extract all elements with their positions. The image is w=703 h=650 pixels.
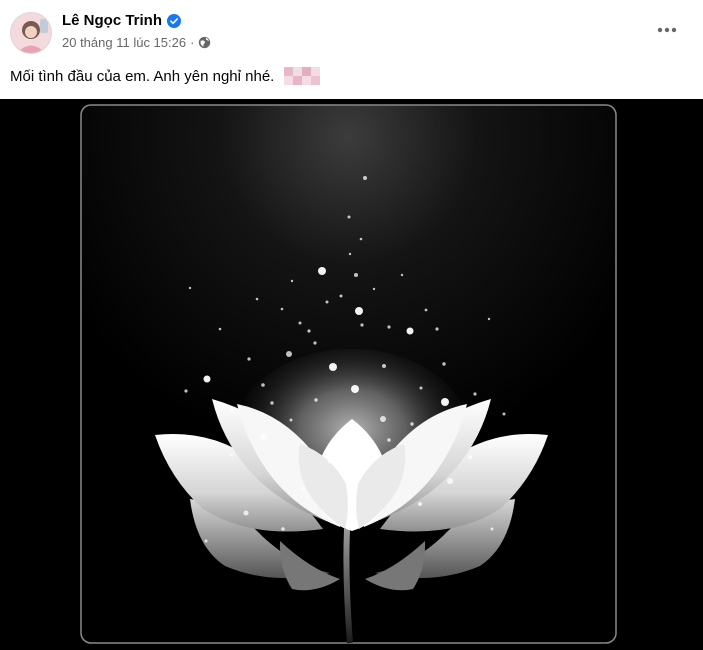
sparkle-dot bbox=[359, 237, 363, 241]
sparkle-dot bbox=[380, 416, 386, 422]
sparkle-dot bbox=[203, 375, 211, 383]
caption-text: Mối tình đầu của em. Anh yên nghỉ nhé. bbox=[10, 67, 275, 85]
sparkle-dot bbox=[307, 329, 311, 333]
sparkle-dot bbox=[382, 364, 386, 368]
sparkle-dot bbox=[261, 383, 265, 387]
sparkle-dot bbox=[441, 398, 449, 406]
sparkle-dot bbox=[301, 487, 305, 491]
sparkle-dot bbox=[298, 321, 302, 325]
sparkle-dot bbox=[490, 527, 494, 531]
sparkle-dot bbox=[351, 385, 359, 393]
sparkle-dot bbox=[339, 430, 345, 436]
sparkle-dot bbox=[473, 392, 477, 396]
sparkle-dot bbox=[424, 308, 428, 312]
facebook-post: Lê Ngọc Trinh 20 tháng 11 lúc 15:26 · Mố… bbox=[0, 0, 703, 650]
sparkle-dot bbox=[406, 327, 414, 335]
sparkle-dot bbox=[348, 252, 352, 256]
sparkle-dot bbox=[255, 297, 259, 301]
sparkle-dot bbox=[355, 307, 363, 315]
sparkle-dot bbox=[218, 327, 222, 331]
sparkle-dot bbox=[418, 502, 422, 506]
author-name-row: Lê Ngọc Trinh bbox=[62, 12, 182, 29]
sparkle-dot bbox=[419, 386, 423, 390]
sparkle-dot bbox=[188, 286, 192, 290]
sparkle-dot bbox=[290, 279, 294, 283]
sparkle-dot bbox=[270, 401, 274, 405]
separator-dot: · bbox=[190, 35, 195, 50]
sparkle-dot bbox=[327, 458, 333, 464]
sparkle-dot bbox=[318, 267, 326, 275]
sparkle-dot bbox=[435, 327, 439, 331]
sparkle-dot bbox=[184, 389, 188, 393]
sparkle-dot bbox=[372, 287, 376, 291]
more-options-icon bbox=[657, 27, 677, 33]
avatar-image bbox=[11, 13, 51, 53]
sparkle-dot bbox=[329, 363, 337, 371]
post-caption: Mối tình đầu của em. Anh yên nghỉ nhé. bbox=[10, 66, 322, 86]
sparkle-dot bbox=[347, 215, 351, 219]
sparkle-dot bbox=[400, 273, 404, 277]
sparkle-dot bbox=[339, 294, 343, 298]
sparkle-dot bbox=[229, 453, 233, 457]
sparkle-dot bbox=[442, 362, 446, 366]
blurred-emoji-icon bbox=[284, 67, 321, 85]
author-avatar[interactable] bbox=[10, 12, 52, 54]
sparkle-dot bbox=[243, 510, 249, 516]
post-timestamp[interactable]: 20 tháng 11 lúc 15:26 bbox=[62, 35, 186, 50]
sparkle-dot bbox=[314, 398, 318, 402]
sparkle-dot bbox=[363, 176, 367, 180]
sparkle-dot bbox=[280, 307, 284, 311]
globe-icon[interactable] bbox=[198, 36, 211, 49]
sparkle-dot bbox=[502, 412, 506, 416]
white-lotus-photo bbox=[0, 99, 703, 650]
sparkle-dot bbox=[313, 341, 317, 345]
sparkle-dot bbox=[260, 434, 266, 440]
verified-badge-icon bbox=[167, 13, 182, 28]
sparkle-dot bbox=[230, 407, 234, 411]
sparkle-dot bbox=[387, 325, 391, 329]
more-options-button[interactable] bbox=[651, 16, 683, 44]
post-photo[interactable] bbox=[0, 99, 703, 650]
author-name[interactable]: Lê Ngọc Trinh bbox=[62, 12, 162, 29]
sparkle-dot bbox=[325, 300, 329, 304]
sparkle-dot bbox=[369, 451, 375, 457]
sparkle-dot bbox=[468, 455, 472, 459]
sparkle-dot bbox=[354, 273, 358, 277]
sparkle-dot bbox=[247, 357, 251, 361]
post-header: Lê Ngọc Trinh 20 tháng 11 lúc 15:26 · bbox=[0, 0, 703, 60]
sparkle-dot bbox=[289, 418, 293, 422]
post-meta: 20 tháng 11 lúc 15:26 · bbox=[62, 35, 211, 50]
sparkle-dot bbox=[286, 351, 292, 357]
sparkle-dot bbox=[360, 323, 364, 327]
sparkle-dot bbox=[387, 438, 391, 442]
sparkle-dot bbox=[447, 478, 453, 484]
sparkle-dot bbox=[487, 317, 491, 321]
sparkle-dot bbox=[204, 539, 208, 543]
sparkle-dot bbox=[281, 527, 285, 531]
sparkle-dot bbox=[410, 422, 414, 426]
